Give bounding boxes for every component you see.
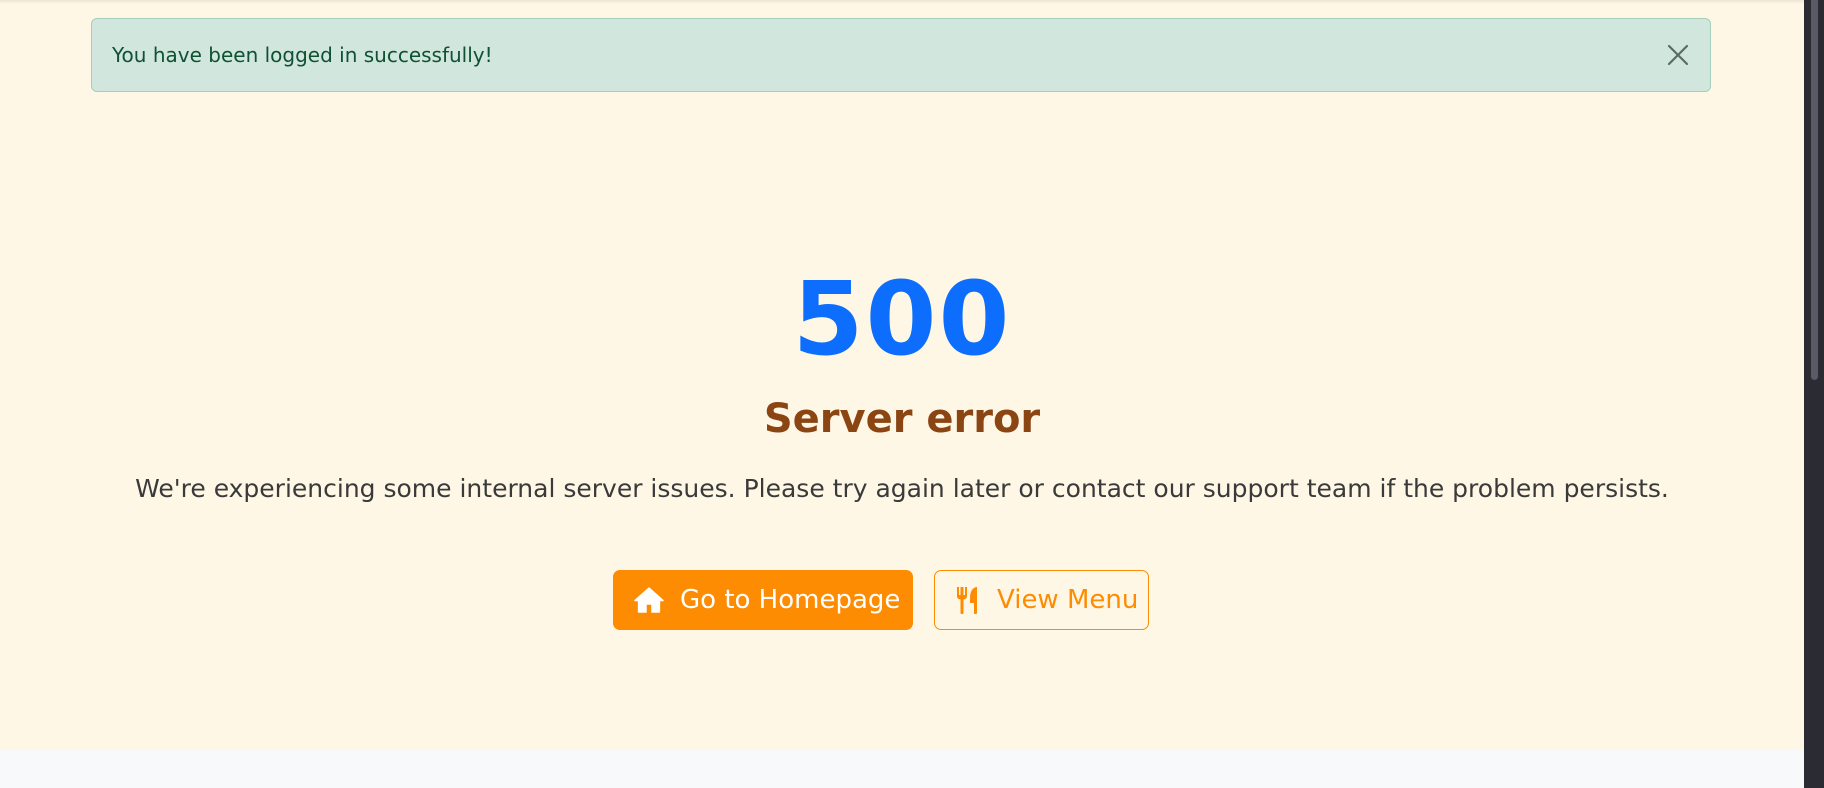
utensils-icon [953,585,983,615]
home-icon [634,585,664,615]
scrollbar-thumb[interactable] [1811,0,1818,380]
alert-message: You have been logged in successfully! [112,43,493,67]
view-menu-label: View Menu [997,585,1139,615]
close-icon[interactable] [1660,37,1696,73]
go-to-homepage-button[interactable]: Go to Homepage [613,570,913,630]
success-alert: You have been logged in successfully! [91,18,1711,92]
footer [0,750,1804,788]
scrollbar[interactable] [1804,0,1824,788]
error-code: 500 [792,260,1012,379]
view-menu-button[interactable]: View Menu [934,570,1149,630]
go-to-homepage-label: Go to Homepage [680,585,901,615]
page: You have been logged in successfully! 50… [0,0,1804,750]
header-shadow [0,0,1804,4]
error-description: We're experiencing some internal server … [135,474,1669,503]
error-content: 500 Server error We're experiencing some… [0,260,1804,506]
error-title: Server error [763,396,1041,442]
error-actions: Go to Homepage View Menu [0,570,1804,630]
